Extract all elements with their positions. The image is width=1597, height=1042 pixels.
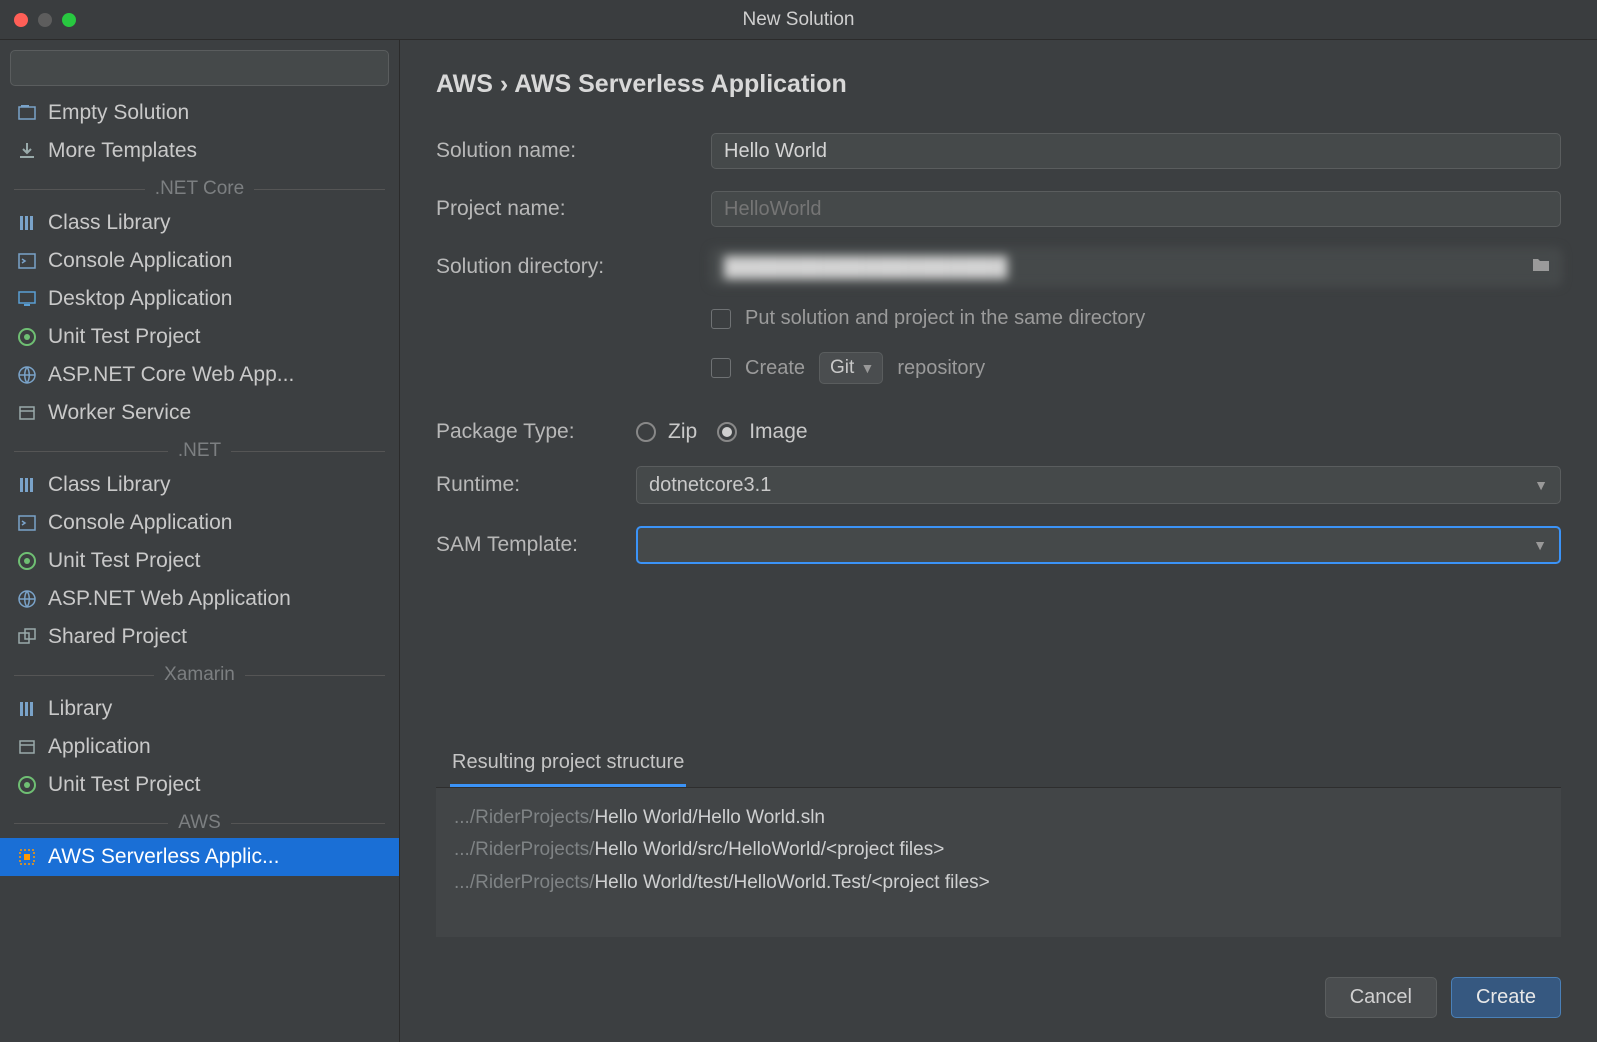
sidebar-item-label: Console Application	[48, 511, 232, 535]
library-icon	[16, 474, 38, 496]
sidebar-item[interactable]: Console Application	[0, 504, 399, 542]
globe-icon	[16, 588, 38, 610]
cancel-button[interactable]: Cancel	[1325, 977, 1437, 1018]
template-sidebar: Empty Solution More Templates .NET Core Cl…	[0, 40, 400, 1042]
sidebar-item[interactable]: ASP.NET Web Application	[0, 580, 399, 618]
search-input[interactable]	[10, 50, 389, 86]
structure-body: .../RiderProjects/Hello World/Hello Worl…	[436, 787, 1561, 937]
structure-line: .../RiderProjects/Hello World/test/Hello…	[454, 867, 1543, 899]
sidebar-group-header: AWS	[0, 808, 399, 838]
window-icon	[16, 736, 38, 758]
vcs-value: Git	[830, 357, 854, 378]
structure-line: .../RiderProjects/Hello World/Hello Worl…	[454, 802, 1543, 834]
package-type-label: Package Type:	[436, 420, 616, 444]
breadcrumb: AWS › AWS Serverless Application	[436, 70, 1561, 99]
sidebar-group-header: Xamarin	[0, 660, 399, 690]
chevron-down-icon: ▼	[860, 360, 874, 376]
sidebar-item[interactable]: More Templates	[0, 132, 399, 170]
chevron-down-icon: ▼	[1533, 537, 1547, 553]
sidebar-item[interactable]: Class Library	[0, 466, 399, 504]
sidebar-item[interactable]: Application	[0, 728, 399, 766]
shared-icon	[16, 626, 38, 648]
sidebar-item-label: Class Library	[48, 473, 171, 497]
sidebar-item[interactable]: AWS Serverless Applic...	[0, 838, 399, 876]
folder-icon[interactable]	[1531, 257, 1551, 278]
sidebar-item-label: Console Application	[48, 249, 232, 273]
sidebar-item[interactable]: Class Library	[0, 204, 399, 242]
package-type-image-label: Image	[749, 420, 807, 444]
download-icon	[16, 140, 38, 162]
create-repo-checkbox[interactable]	[711, 358, 731, 378]
sam-template-select[interactable]: ▼	[636, 526, 1561, 564]
sidebar-item[interactable]: Console Application	[0, 242, 399, 280]
sidebar-item[interactable]: Unit Test Project	[0, 766, 399, 804]
titlebar: New Solution	[0, 0, 1597, 40]
sidebar-item-label: Shared Project	[48, 625, 187, 649]
structure-line: .../RiderProjects/Hello World/src/HelloW…	[454, 834, 1543, 866]
solution-directory-label: Solution directory:	[436, 255, 691, 279]
solution-directory-input[interactable]	[711, 249, 1561, 285]
sidebar-item-label: Unit Test Project	[48, 325, 201, 349]
project-name-input[interactable]	[711, 191, 1561, 227]
runtime-value: dotnetcore3.1	[649, 474, 771, 497]
runtime-select[interactable]: dotnetcore3.1 ▼	[636, 466, 1561, 504]
create-repo-prefix: Create	[745, 357, 805, 380]
console-icon	[16, 512, 38, 534]
structure-tab[interactable]: Resulting project structure	[450, 741, 686, 787]
project-name-label: Project name:	[436, 197, 691, 221]
chevron-down-icon: ▼	[1534, 477, 1548, 493]
solution-name-label: Solution name:	[436, 139, 691, 163]
sidebar-item-label: Unit Test Project	[48, 773, 201, 797]
create-repo-suffix: repository	[897, 357, 985, 380]
aws-icon	[16, 846, 38, 868]
library-icon	[16, 212, 38, 234]
sidebar-item-label: ASP.NET Web Application	[48, 587, 291, 611]
sidebar-item-label: Unit Test Project	[48, 549, 201, 573]
window-icon	[16, 402, 38, 424]
test-icon	[16, 774, 38, 796]
vcs-select[interactable]: Git ▼	[819, 352, 883, 384]
sam-template-label: SAM Template:	[436, 533, 616, 557]
sidebar-item-label: Library	[48, 697, 112, 721]
library-icon	[16, 698, 38, 720]
package-type-zip-label: Zip	[668, 420, 697, 444]
test-icon	[16, 326, 38, 348]
sidebar-item[interactable]: Shared Project	[0, 618, 399, 656]
empty-solution-icon	[16, 102, 38, 124]
globe-icon	[16, 364, 38, 386]
sidebar-item-label: More Templates	[48, 139, 197, 163]
sidebar-item[interactable]: ASP.NET Core Web App...	[0, 356, 399, 394]
sidebar-item-label: Class Library	[48, 211, 171, 235]
same-dir-label: Put solution and project in the same dir…	[745, 307, 1145, 330]
sidebar-group-header: .NET	[0, 436, 399, 466]
package-type-image-radio[interactable]	[717, 422, 737, 442]
desktop-icon	[16, 288, 38, 310]
create-button[interactable]: Create	[1451, 977, 1561, 1018]
sidebar-item[interactable]: Empty Solution	[0, 94, 399, 132]
sidebar-item[interactable]: Unit Test Project	[0, 542, 399, 580]
test-icon	[16, 550, 38, 572]
sidebar-item[interactable]: Unit Test Project	[0, 318, 399, 356]
console-icon	[16, 250, 38, 272]
sidebar-item-label: Empty Solution	[48, 101, 189, 125]
solution-name-input[interactable]	[711, 133, 1561, 169]
sidebar-item-label: ASP.NET Core Web App...	[48, 363, 294, 387]
sidebar-item[interactable]: Desktop Application	[0, 280, 399, 318]
sidebar-item-label: Worker Service	[48, 401, 191, 425]
same-dir-checkbox[interactable]	[711, 309, 731, 329]
sidebar-item-label: Desktop Application	[48, 287, 232, 311]
package-type-zip-radio[interactable]	[636, 422, 656, 442]
sidebar-item[interactable]: Library	[0, 690, 399, 728]
sidebar-item-label: AWS Serverless Applic...	[48, 845, 279, 869]
sidebar-group-header: .NET Core	[0, 174, 399, 204]
sidebar-item[interactable]: Worker Service	[0, 394, 399, 432]
sidebar-item-label: Application	[48, 735, 151, 759]
window-title: New Solution	[0, 9, 1597, 31]
runtime-label: Runtime:	[436, 473, 616, 497]
